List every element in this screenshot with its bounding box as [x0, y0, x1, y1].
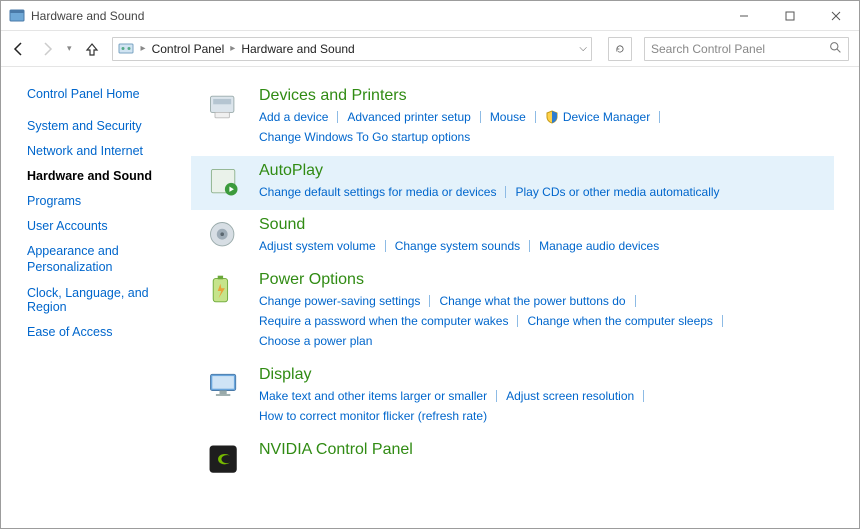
sidebar-home-link[interactable]: Control Panel Home	[27, 87, 179, 101]
devices-and-printers-icon	[205, 87, 243, 125]
link-advanced-printer-setup[interactable]: Advanced printer setup	[347, 107, 470, 127]
category-sound: Sound Adjust system volume Change system…	[191, 210, 834, 264]
category-display: Display Make text and other items larger…	[191, 360, 834, 435]
shield-icon	[545, 110, 559, 124]
breadcrumb-root[interactable]: Control Panel	[152, 42, 225, 56]
link-adjust-system-volume[interactable]: Adjust system volume	[259, 236, 376, 256]
address-dropdown-icon[interactable]: ⌵	[579, 43, 587, 54]
sidebar-item-network-and-internet[interactable]: Network and Internet	[27, 144, 179, 158]
link-adjust-screen-resolution[interactable]: Adjust screen resolution	[506, 386, 634, 406]
category-title-link[interactable]: AutoPlay	[259, 162, 323, 180]
link-add-a-device[interactable]: Add a device	[259, 107, 328, 127]
autoplay-icon	[205, 162, 243, 200]
sidebar-item-clock-language-region[interactable]: Clock, Language, and Region	[27, 286, 179, 314]
sidebar-item-hardware-and-sound[interactable]: Hardware and Sound	[27, 169, 179, 183]
link-change-windows-to-go[interactable]: Change Windows To Go startup options	[259, 127, 470, 147]
link-play-cds-automatically[interactable]: Play CDs or other media automatically	[515, 182, 719, 202]
content-area: Devices and Printers Add a device Advanc…	[191, 67, 859, 528]
power-options-icon	[205, 271, 243, 309]
category-title-link[interactable]: Devices and Printers	[259, 87, 407, 105]
sidebar-item-appearance-and-personalization[interactable]: Appearance and Personalization	[27, 244, 179, 275]
link-change-when-computer-sleeps[interactable]: Change when the computer sleeps	[527, 311, 712, 331]
link-device-manager[interactable]: Device Manager	[545, 107, 650, 127]
category-autoplay[interactable]: AutoPlay Change default settings for med…	[191, 156, 834, 210]
link-change-default-media-settings[interactable]: Change default settings for media or dev…	[259, 182, 496, 202]
link-mouse[interactable]: Mouse	[490, 107, 526, 127]
display-icon	[205, 366, 243, 404]
sidebar-item-ease-of-access[interactable]: Ease of Access	[27, 325, 179, 339]
link-require-password-on-wake[interactable]: Require a password when the computer wak…	[259, 311, 508, 331]
category-title-link[interactable]: Sound	[259, 216, 305, 234]
category-title-link[interactable]: NVIDIA Control Panel	[259, 441, 413, 459]
category-nvidia-control-panel: NVIDIA Control Panel	[191, 435, 834, 487]
chevron-right-icon: ▸	[141, 43, 146, 54]
link-change-system-sounds[interactable]: Change system sounds	[395, 236, 520, 256]
forward-button[interactable]	[39, 41, 55, 57]
link-make-text-larger[interactable]: Make text and other items larger or smal…	[259, 386, 487, 406]
link-choose-a-power-plan[interactable]: Choose a power plan	[259, 331, 372, 351]
nvidia-icon	[205, 441, 243, 479]
sidebar-item-programs[interactable]: Programs	[27, 194, 179, 208]
breadcrumb-current[interactable]: Hardware and Sound	[241, 42, 354, 56]
maximize-button[interactable]	[767, 1, 813, 31]
minimize-button[interactable]	[721, 1, 767, 31]
category-devices-and-printers: Devices and Printers Add a device Advanc…	[191, 81, 834, 156]
sidebar-item-system-and-security[interactable]: System and Security	[27, 119, 179, 133]
link-manage-audio-devices[interactable]: Manage audio devices	[539, 236, 659, 256]
up-button[interactable]	[84, 41, 100, 57]
category-title-link[interactable]: Display	[259, 366, 311, 384]
control-panel-window-icon	[9, 8, 25, 24]
history-dropdown-icon[interactable]: ▾	[67, 43, 72, 54]
link-monitor-flicker[interactable]: How to correct monitor flicker (refresh …	[259, 406, 487, 426]
search-input[interactable]: Search Control Panel	[644, 37, 849, 61]
close-button[interactable]	[813, 1, 859, 31]
control-panel-icon	[117, 40, 135, 58]
breadcrumb: Control Panel ▸ Hardware and Sound	[152, 42, 355, 56]
category-title-link[interactable]: Power Options	[259, 271, 364, 289]
back-button[interactable]	[11, 41, 27, 57]
link-change-power-buttons[interactable]: Change what the power buttons do	[439, 291, 625, 311]
address-toolbar: ▾ ▸ Control Panel ▸ Hardware and Sound ⌵…	[1, 31, 859, 67]
refresh-button[interactable]	[608, 37, 632, 61]
sidebar-item-user-accounts[interactable]: User Accounts	[27, 219, 179, 233]
address-bar[interactable]: ▸ Control Panel ▸ Hardware and Sound ⌵	[112, 37, 592, 61]
titlebar: Hardware and Sound	[1, 1, 859, 31]
sound-icon	[205, 216, 243, 254]
search-icon	[829, 41, 842, 57]
category-power-options: Power Options Change power-saving settin…	[191, 265, 834, 360]
link-change-power-saving-settings[interactable]: Change power-saving settings	[259, 291, 420, 311]
sidebar: Control Panel Home System and Security N…	[1, 67, 191, 528]
search-placeholder: Search Control Panel	[651, 42, 765, 56]
chevron-right-icon: ▸	[230, 43, 235, 54]
window-title: Hardware and Sound	[31, 9, 144, 23]
